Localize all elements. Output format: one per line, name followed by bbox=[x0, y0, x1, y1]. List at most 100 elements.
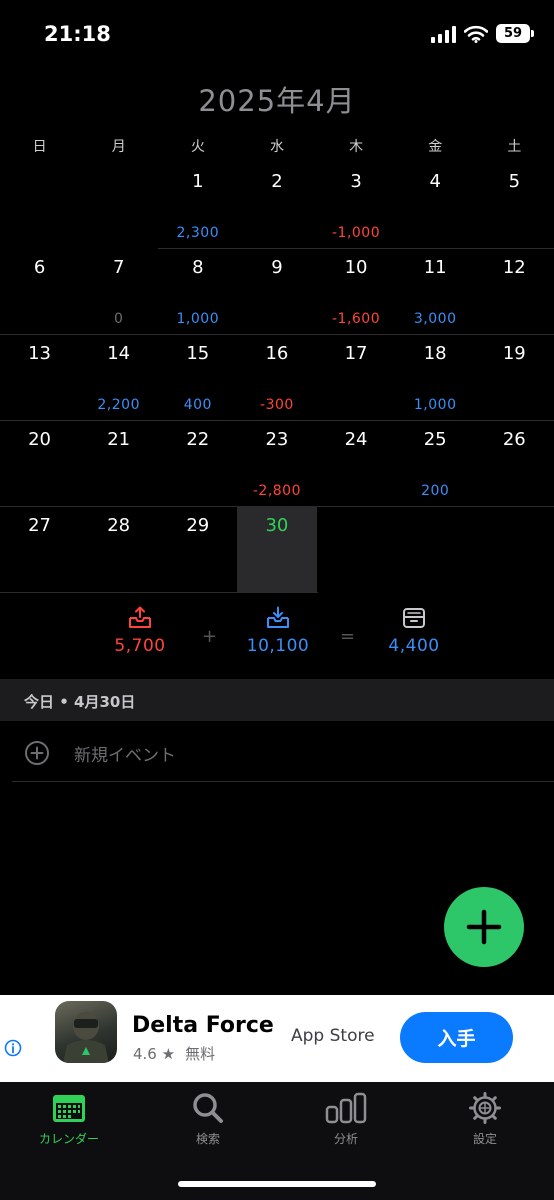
calendar-day[interactable]: 10 -1,600 bbox=[317, 248, 396, 334]
tab-label: 検索 bbox=[195, 1132, 220, 1146]
add-button[interactable] bbox=[444, 887, 524, 967]
day-amount: 200 bbox=[421, 483, 450, 499]
tab-label: カレンダー bbox=[38, 1132, 99, 1146]
calendar-day[interactable]: 14 2,200 bbox=[79, 334, 158, 420]
info-icon[interactable] bbox=[4, 1039, 22, 1057]
calendar-day[interactable]: 19 bbox=[475, 334, 554, 420]
calendar-day[interactable]: 70 bbox=[79, 248, 158, 334]
calendar-day[interactable]: 20 bbox=[0, 420, 79, 506]
calendar-day[interactable]: 25 200 bbox=[396, 420, 475, 506]
day-amount: 0 bbox=[113, 311, 124, 327]
calendar-day[interactable]: 26 bbox=[475, 420, 554, 506]
calendar-day[interactable]: 15 400 bbox=[158, 334, 237, 420]
tab-settings[interactable]: 設定 bbox=[430, 1092, 540, 1147]
day-number: 6 bbox=[33, 257, 46, 278]
get-button[interactable]: 入手 bbox=[400, 1012, 513, 1063]
weekday-label: 火 bbox=[190, 139, 205, 155]
day-number: 17 bbox=[344, 343, 368, 364]
calendar-day[interactable]: 17 bbox=[317, 334, 396, 420]
calendar-day[interactable]: 11 3,000 bbox=[396, 248, 475, 334]
outbox-upload-icon bbox=[129, 606, 151, 628]
tab-analysis[interactable]: 分析 bbox=[291, 1092, 401, 1147]
archive-box-icon bbox=[403, 608, 425, 628]
weekday-label: 月 bbox=[111, 139, 126, 155]
plus-icon bbox=[466, 909, 502, 945]
day-amount: 1,000 bbox=[176, 311, 220, 327]
tab-calendar[interactable]: カレンダー bbox=[14, 1092, 124, 1147]
calendar-day[interactable]: 18 1,000 bbox=[396, 334, 475, 420]
day-number: 22 bbox=[186, 429, 210, 450]
balance-summary[interactable]: 4,400 bbox=[354, 606, 474, 656]
calendar-day[interactable]: 8 1,000 bbox=[158, 248, 237, 334]
calendar-day[interactable]: 6 bbox=[0, 248, 79, 334]
calendar-day[interactable]: 2 bbox=[237, 162, 316, 248]
income-summary[interactable]: 10,100 bbox=[218, 606, 338, 656]
day-number: 8 bbox=[192, 257, 204, 278]
day-amount: -1,000 bbox=[331, 225, 381, 241]
calendar-empty-cell bbox=[0, 162, 79, 248]
calendar-day[interactable]: 12 bbox=[475, 248, 554, 334]
balance-total: 4,400 bbox=[388, 636, 440, 656]
calendar-day-today[interactable]: 30 bbox=[237, 506, 317, 592]
day-number: 21 bbox=[107, 429, 131, 450]
day-amount: 3,000 bbox=[413, 311, 457, 327]
new-event-label: 新規イベント bbox=[74, 746, 176, 766]
calendar-day[interactable]: 16 -300 bbox=[237, 334, 316, 420]
weekday-label: 水 bbox=[269, 139, 284, 155]
day-number: 3 bbox=[350, 171, 362, 192]
weekday-header: 日 月 火 水 木 金 土 bbox=[0, 136, 554, 158]
status-icons: 59 bbox=[431, 24, 534, 43]
monthly-summary: 5,700 + 10,100 = 4,400 bbox=[0, 606, 554, 670]
calendar-day[interactable]: 27 bbox=[0, 506, 79, 592]
app-icon[interactable] bbox=[55, 1001, 117, 1063]
day-amount: -2,800 bbox=[252, 483, 301, 499]
calendar-day[interactable]: 9 bbox=[237, 248, 316, 334]
ad-price: 無料 bbox=[185, 1045, 216, 1063]
day-number: 19 bbox=[502, 343, 526, 364]
ad-store-label: App Store bbox=[291, 1026, 375, 1046]
weekday-label: 金 bbox=[428, 139, 443, 155]
wifi-icon bbox=[464, 25, 488, 43]
ad-app-name: Delta Force bbox=[132, 1013, 274, 1038]
day-amount: 1,000 bbox=[413, 397, 457, 413]
tab-search[interactable]: 検索 bbox=[153, 1092, 263, 1147]
calendar-day[interactable]: 3 -1,000 bbox=[317, 162, 396, 248]
day-amount: 400 bbox=[183, 397, 212, 413]
add-circle-icon bbox=[25, 741, 49, 765]
ad-banner[interactable]: Delta Force 4.6 ★ 無料 App Store 入手 bbox=[0, 995, 554, 1082]
calendar-day[interactable]: 23 -2,800 bbox=[237, 420, 316, 506]
day-amount: 2,300 bbox=[176, 225, 220, 241]
day-number: 25 bbox=[423, 429, 447, 450]
calendar-week: 6 7 0 8 1,000 9 10 -1,600 11 3,000 12 bbox=[0, 248, 554, 334]
calendar-week: 20 21 22 23 -2,800 24 25 200 26 bbox=[0, 420, 554, 506]
chart-icon bbox=[325, 1092, 367, 1124]
ad-rating: 4.6 ★ bbox=[133, 1045, 176, 1063]
weekday-label: 木 bbox=[349, 139, 364, 155]
calendar-day[interactable]: 28 bbox=[79, 506, 158, 592]
calendar-grid: 1 2,300 2 3 -1,000 4 5 6 7 0 8 1,000 9 10 -1,600 11 3,00… bbox=[0, 162, 554, 592]
equals-sign: = bbox=[340, 626, 356, 647]
calendar-day[interactable]: 29 bbox=[158, 506, 237, 592]
calendar-day[interactable]: 5 bbox=[475, 162, 554, 248]
expense-total: 5,700 bbox=[114, 636, 166, 656]
date-section-header: 今日 • 4月30日 bbox=[0, 679, 554, 721]
day-number: 28 bbox=[107, 515, 131, 536]
calendar-day[interactable]: 24 bbox=[317, 420, 396, 506]
tab-label: 分析 bbox=[333, 1132, 358, 1146]
day-number: 15 bbox=[186, 343, 210, 364]
day-number: 30 bbox=[265, 515, 289, 536]
section-header-label: 今日 • 4月30日 bbox=[24, 693, 136, 711]
new-event-row[interactable]: 新規イベント bbox=[12, 722, 554, 782]
day-number: 7 bbox=[112, 257, 125, 278]
tab-bar: カレンダー 検索 分析 設定 bbox=[0, 1082, 554, 1200]
calendar-day[interactable]: 21 bbox=[79, 420, 158, 506]
month-title[interactable]: 2025年4月 bbox=[0, 78, 554, 120]
day-number: 12 bbox=[502, 257, 526, 278]
calendar-day[interactable]: 22 bbox=[158, 420, 237, 506]
calendar-day[interactable]: 4 bbox=[396, 162, 475, 248]
day-number: 24 bbox=[344, 429, 368, 450]
expense-summary[interactable]: 5,700 bbox=[80, 606, 200, 656]
calendar-day[interactable]: 13 bbox=[0, 334, 79, 420]
calendar-week: 13 14 2,200 15 400 16 -300 17 18 1,000 19 bbox=[0, 334, 554, 420]
calendar-day[interactable]: 1 2,300 bbox=[158, 162, 237, 248]
